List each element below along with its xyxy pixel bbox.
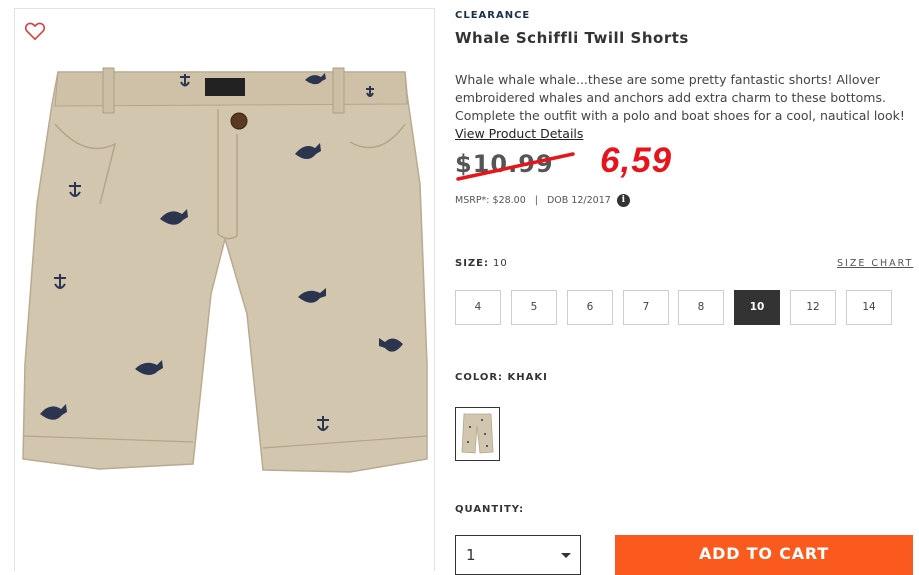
size-selected-value: 10 [493,258,508,269]
size-label-text: SIZE: [455,258,490,269]
dob-text: DOB 12/2017 [546,195,611,206]
size-option-14[interactable]: 14 [846,290,892,325]
info-icon[interactable]: i [616,194,630,207]
size-option-7[interactable]: 7 [623,290,669,325]
size-chart-link[interactable]: SIZE CHART [837,258,913,269]
product-description: Whale whale whale...these are some prett… [455,71,905,143]
size-option-4[interactable]: 4 [455,290,501,325]
description-text: Whale whale whale...these are some prett… [455,72,905,123]
color-swatch-khaki[interactable] [455,407,500,461]
category-label: CLEARANCE [455,10,531,21]
product-title: Whale Schiffli Twill Shorts [455,29,689,47]
quantity-value: 1 [466,546,476,564]
size-option-10[interactable]: 10 [734,290,780,325]
color-value: KHAKI [507,372,548,383]
product-image-panel [14,8,435,571]
size-option-12[interactable]: 12 [790,290,836,325]
msrp-row: MSRP*: $28.00 | DOB 12/2017 i [455,194,630,207]
handwritten-sale-price: 6,59 [600,141,673,180]
size-label: SIZE: 10 [455,258,508,269]
size-option-8[interactable]: 8 [678,290,724,325]
msrp-separator: | [534,195,538,206]
view-details-link[interactable]: View Product Details [455,126,583,141]
size-option-5[interactable]: 5 [511,290,557,325]
quantity-label: QUANTITY: [455,504,525,515]
swatch-thumbnail [461,413,494,454]
product-image [22,67,428,473]
color-label-text: COLOR: [455,372,504,383]
quantity-select[interactable]: 1 [455,535,581,575]
color-label: COLOR: KHAKI [455,372,548,383]
original-price: $10.99 [455,150,554,178]
add-to-cart-button[interactable]: ADD TO CART [615,535,913,575]
chevron-down-icon [561,553,571,558]
heart-outline-icon[interactable] [24,21,46,41]
msrp-text: MSRP*: $28.00 [455,195,526,206]
size-option-6[interactable]: 6 [567,290,613,325]
